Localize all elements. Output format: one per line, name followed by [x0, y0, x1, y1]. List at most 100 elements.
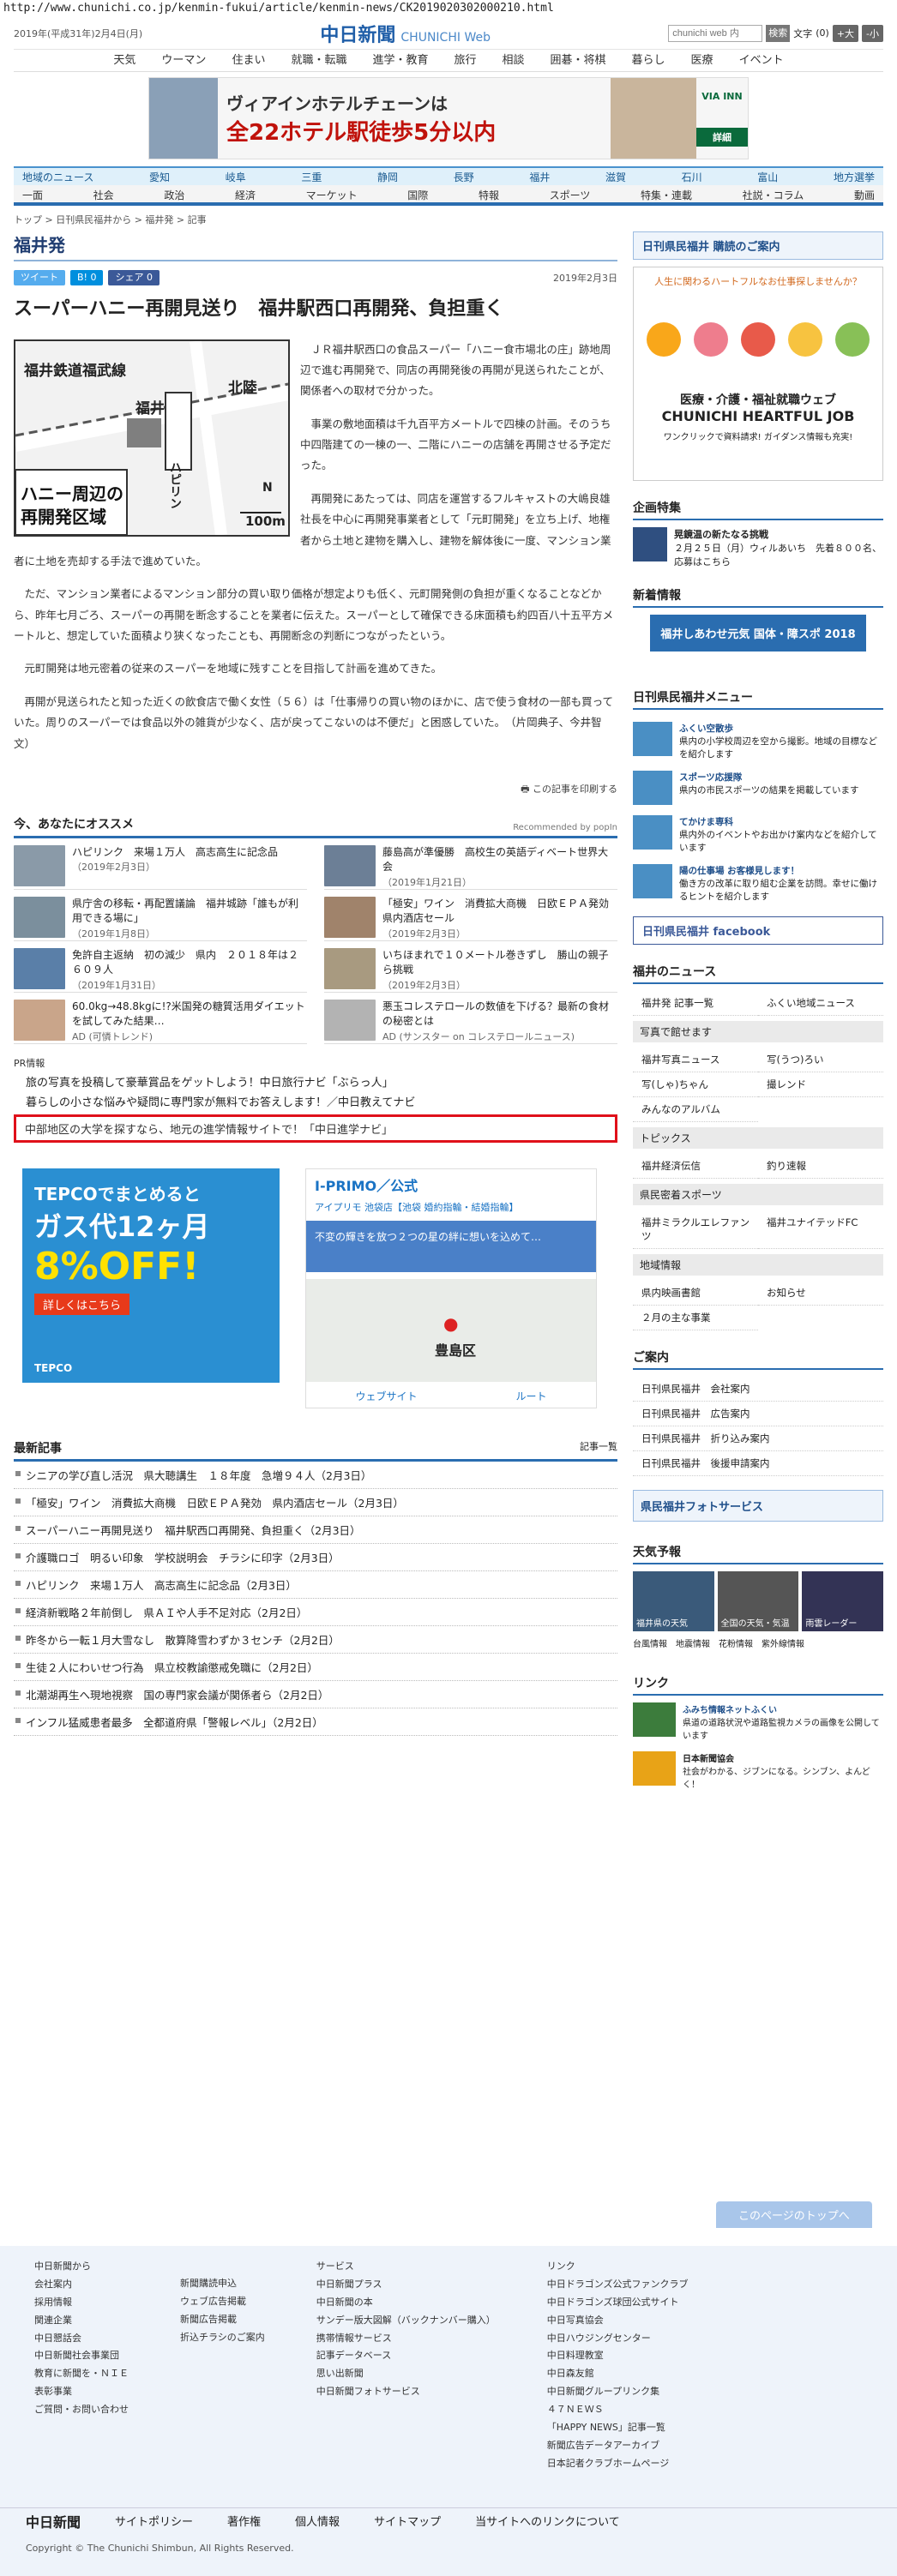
latest-item[interactable]: 昨冬から一転１月大雪なし 散算降雪わずか３センチ（2月2日） — [14, 1626, 617, 1654]
gnav-item[interactable]: 相談 — [490, 50, 538, 71]
hotel-ad-banner[interactable]: ヴィアインホテルチェーンは 全22ホテル駅徒歩5分以内 VIA INN 詳細 — [148, 77, 749, 159]
footer-link[interactable]: 中日ドラゴンズ公式ファンクラブ — [547, 2276, 689, 2294]
recommend-item[interactable]: 「極安」ワイン 消費拡大商機 日欧ＥＰＡ発効 県内酒店セール （2019年2月3日… — [324, 890, 619, 941]
heartful-job-ad[interactable]: 人生に関わるハートフルなお仕事探しませんか？ 医療・介護・福祉就職ウェブ CHU… — [633, 267, 883, 481]
footer-link[interactable]: 中日新聞から — [34, 2258, 129, 2276]
footer-link[interactable]: 教育に新聞を・ＮＩＥ — [34, 2365, 129, 2383]
category-nav-item[interactable]: 国際 — [407, 185, 428, 202]
footer-link[interactable]: 日本記者クラブホームページ — [547, 2455, 689, 2473]
weather-link[interactable]: 花粉情報 — [719, 1636, 753, 1649]
search-button[interactable]: 検索 — [766, 24, 791, 42]
footer-link[interactable]: 「HAPPY NEWS」記事一覧 — [547, 2419, 689, 2437]
gnav-item[interactable]: 就職・転職 — [278, 50, 359, 71]
footer-link[interactable]: 中日森友館 — [547, 2365, 689, 2383]
sidebar-link[interactable]: 写(うつ)ろい — [758, 1048, 883, 1072]
footer-link[interactable]: 中日新聞グループリンク集 — [547, 2383, 689, 2401]
sidebar-link[interactable]: みんなのアルバム — [633, 1097, 758, 1122]
tepco-ad-button[interactable]: 詳しくはこちら — [34, 1293, 130, 1315]
latest-item[interactable]: 介護職ロゴ 明るい印象 学校説明会 チラシに印字（2月3日） — [14, 1544, 617, 1571]
footer-nav-link[interactable]: 個人情報 — [295, 2513, 340, 2529]
gnav-item[interactable]: ウーマン — [148, 50, 219, 71]
sidebar-link[interactable]: 福井写真ニュース — [633, 1048, 758, 1072]
facebook-share-button[interactable]: シェア 0 — [108, 270, 160, 285]
breadcrumb[interactable]: トップ > 日刊県民福井から > 福井発 > 記事 — [14, 213, 883, 226]
gnav-item[interactable]: 医療 — [678, 50, 726, 71]
region-nav-item[interactable]: 静岡 — [377, 168, 398, 185]
sidebar-link[interactable]: 福井ユナイテッドFC — [758, 1210, 883, 1249]
category-nav-item[interactable]: 社説・コラム — [743, 185, 804, 202]
gnav-item[interactable]: 囲碁・将棋 — [538, 50, 619, 71]
kokutai-banner[interactable]: 福井しあわせ元気 国体・障スポ 2018 — [650, 615, 866, 652]
recommend-item[interactable]: 60.0kg→48.8kgに!?米国発の糖質活用ダイエットを試してみた結果… AD… — [14, 993, 307, 1044]
footer-link[interactable]: 思い出新聞 — [316, 2365, 496, 2383]
sidebar-link[interactable]: 福井ミラクルエレファンツ — [633, 1210, 758, 1249]
category-nav-item[interactable]: 経済 — [235, 185, 256, 202]
menu-item[interactable]: 陽の仕事場 お客様見します！ 働き方の改革に取り組む企業を訪問。幸せに働けるヒント… — [633, 859, 883, 908]
category-nav-item[interactable]: 特集・連載 — [641, 185, 692, 202]
menu-item[interactable]: ふくい空散歩 県内の小学校周辺を空から撮影。地域の目標などを紹介します — [633, 717, 883, 766]
sidebar-link[interactable]: ふくい地域ニュース — [758, 991, 883, 1016]
footer-link[interactable]: 新聞広告データアーカイブ — [547, 2437, 689, 2455]
footer-link[interactable]: 中日料理教室 — [547, 2347, 689, 2365]
footer-nav-link[interactable]: 著作権 — [227, 2513, 261, 2529]
weather-link[interactable]: 紫外線情報 — [762, 1636, 804, 1649]
recommend-item[interactable]: 県庁舎の移転・再配置議論 福井城跡「誰もが利用できる場に」 （2019年1月8日） — [14, 890, 307, 941]
photo-service-banner[interactable]: 県民福井フォトサービス — [633, 1490, 883, 1522]
category-nav-item[interactable]: スポーツ — [550, 185, 591, 202]
footer-link[interactable]: 表彰事業 — [34, 2383, 129, 2401]
footer-link[interactable]: ご質問・お問い合わせ — [34, 2401, 129, 2419]
category-nav-item[interactable]: 政治 — [164, 185, 184, 202]
sidebar-link[interactable]: お知らせ — [758, 1281, 883, 1306]
popin-credit[interactable]: Recommended by popIn — [513, 823, 617, 832]
gnav-item[interactable]: 旅行 — [441, 50, 489, 71]
sidebar-link[interactable]: ２月の主な事業 — [633, 1306, 758, 1330]
gnav-item[interactable]: 暮らし — [619, 50, 678, 71]
latest-item[interactable]: 「極安」ワイン 消費拡大商機 日欧ＥＰＡ発効 県内酒店セール（2月3日） — [14, 1489, 617, 1516]
font-size-up-button[interactable]: +大 — [832, 24, 859, 42]
hatena-bookmark-button[interactable]: B! 0 — [70, 270, 104, 285]
footer-link[interactable]: 中日新聞の本 — [316, 2294, 496, 2312]
sidebar-link[interactable]: 日刊県民福井 後援申請案内 — [633, 1451, 883, 1476]
weather-link[interactable]: 地震情報 — [676, 1636, 710, 1649]
footer-link[interactable]: 中日新聞社会事業団 — [34, 2347, 129, 2365]
subscribe-banner[interactable]: 日刊県民福井 購読のご案内 — [633, 231, 883, 260]
gnav-item[interactable]: 進学・教育 — [359, 50, 441, 71]
sidebar-link[interactable]: 釣り速報 — [758, 1154, 883, 1179]
latest-more-link[interactable]: 記事一覧 — [580, 1439, 617, 1456]
region-nav-item[interactable]: 石川 — [682, 168, 702, 185]
facebook-link[interactable]: 日刊県民福井 facebook — [633, 916, 883, 945]
latest-item[interactable]: スーパーハニー再開見送り 福井駅西口再開発、負担重く（2月3日） — [14, 1516, 617, 1544]
region-nav-item[interactable]: 富山 — [757, 168, 778, 185]
latest-item[interactable]: 生徒２人にわいせつ行為 県立校教諭懲戒免職に（2月2日） — [14, 1654, 617, 1681]
sidebar-link[interactable]: 日刊県民福井 折り込み案内 — [633, 1426, 883, 1451]
footer-link[interactable]: 新聞購読申込 — [180, 2275, 265, 2293]
footer-link[interactable]: サンデー版大図解（バックナンバー購入） — [316, 2312, 496, 2330]
category-nav-item[interactable]: マーケット — [306, 185, 358, 202]
category-nav-item[interactable]: 社会 — [93, 185, 114, 202]
pr-link-travel[interactable]: 旅の写真を投稿して豪華賞品をゲットしよう！中日旅行ナビ「ぶらっ人」 — [26, 1073, 617, 1090]
website-button[interactable]: ウェブサイト — [355, 1389, 417, 1403]
footer-link[interactable]: 折込チラシのご案内 — [180, 2329, 265, 2347]
tweet-button[interactable]: ツイート — [14, 270, 65, 285]
footer-nav-link[interactable]: 中日新聞 — [26, 2511, 81, 2531]
footer-link[interactable]: 記事データベース — [316, 2347, 496, 2365]
footer-nav-link[interactable]: サイトマップ — [374, 2513, 441, 2529]
region-nav-item[interactable]: 岐阜 — [226, 168, 246, 185]
footer-link[interactable]: ウェブ広告掲載 — [180, 2293, 265, 2311]
sidebar-link[interactable]: 写(しゃ)ちゃん — [633, 1072, 758, 1097]
region-nav-item[interactable]: 福井 — [529, 168, 550, 185]
gnav-item[interactable]: イベント — [726, 50, 797, 71]
sidebar-link[interactable]: 福井発 記事一覧 — [633, 991, 758, 1016]
site-logo[interactable]: 中日新聞 CHUNICHI Web — [320, 20, 491, 47]
region-nav-item[interactable]: 滋賀 — [605, 168, 626, 185]
url-bar[interactable]: http://www.chunichi.co.jp/kenmin-fukui/a… — [0, 0, 897, 17]
recommend-item[interactable]: いちほまれで１０メートル巻きずし 勝山の親子ら挑戦 （2019年2月3日） — [324, 941, 617, 993]
menu-item[interactable]: スポーツ応援隊 県内の市民スポーツの結果を掲載しています — [633, 766, 883, 810]
rain-radar-tile[interactable]: 雨雲レーダー — [802, 1571, 884, 1631]
weather-national-tile[interactable]: 全国の天気・気温 — [717, 1571, 799, 1631]
press-assoc-link[interactable]: 日本新聞協会 社会がわかる、ジブンになる。シンブン、よんどく！ — [633, 1751, 883, 1790]
sidebar-link[interactable]: 県内映画書館 — [633, 1281, 758, 1306]
weather-link[interactable]: 台風情報 — [633, 1636, 667, 1649]
back-to-top-button[interactable]: このページのトップへ — [716, 2201, 872, 2228]
print-link[interactable]: 🖶 この記事を印刷する — [14, 782, 617, 798]
